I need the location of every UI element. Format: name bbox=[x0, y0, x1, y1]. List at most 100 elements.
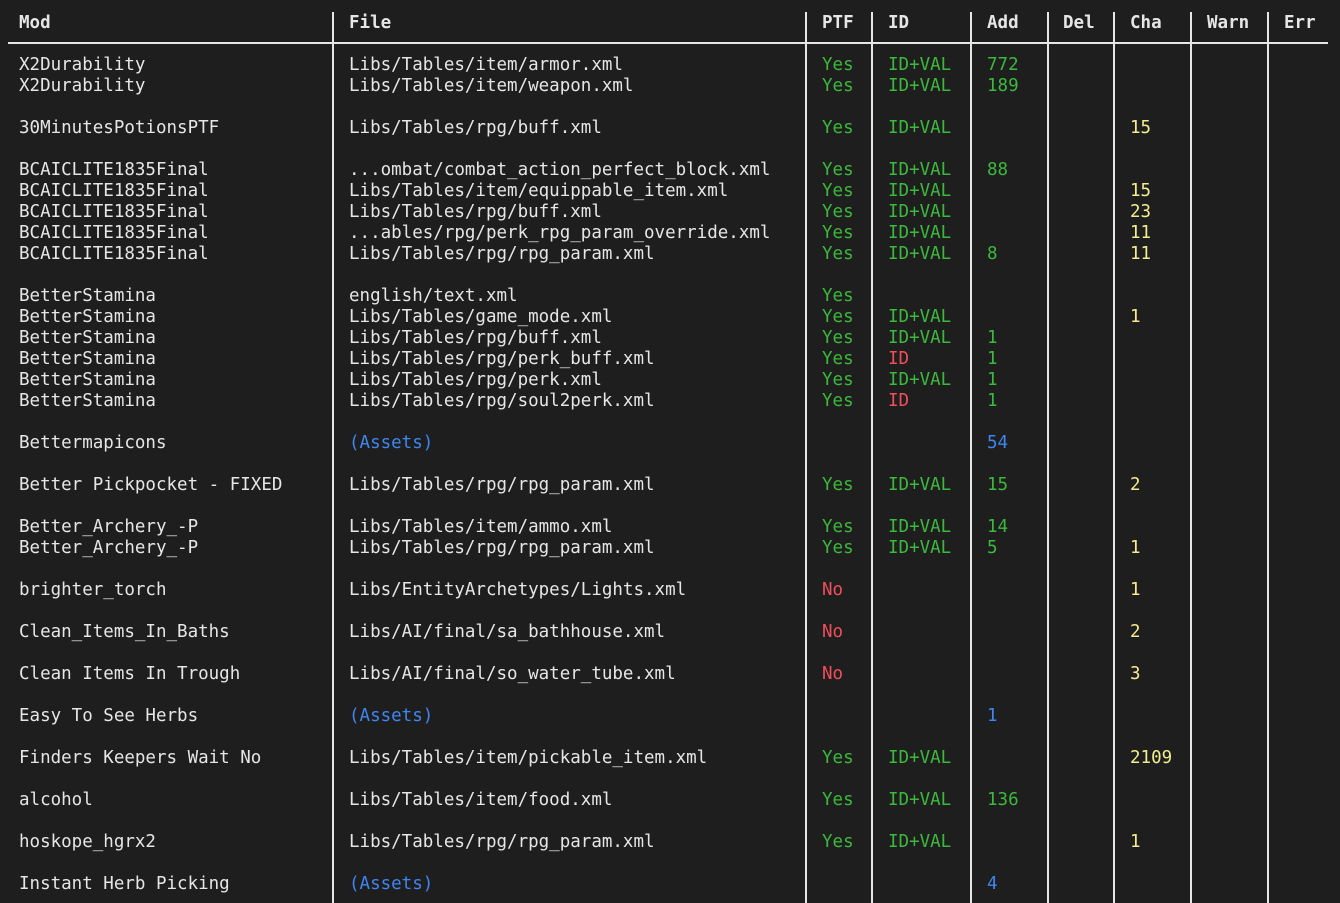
cell-ptf: No bbox=[822, 664, 844, 684]
cell-ptf: Yes bbox=[822, 181, 854, 201]
cell-id: ID+VAL bbox=[888, 538, 952, 558]
cell-add: 8 bbox=[987, 244, 998, 264]
header-add: Add bbox=[987, 13, 1019, 33]
column-divider bbox=[970, 12, 972, 903]
cell-ptf: Yes bbox=[822, 832, 854, 852]
cell-add: 1 bbox=[987, 349, 998, 369]
cell-cha: 11 bbox=[1130, 244, 1152, 264]
cell-ptf: Yes bbox=[822, 202, 854, 222]
cell-file: Libs/AI/final/sa_bathhouse.xml bbox=[349, 622, 666, 642]
cell-file: ...ombat/combat_action_perfect_block.xml bbox=[349, 160, 771, 180]
cell-mod: BetterStamina bbox=[19, 307, 156, 327]
column-divider bbox=[332, 12, 334, 903]
cell-ptf: Yes bbox=[822, 223, 854, 243]
cell-ptf: Yes bbox=[822, 55, 854, 75]
cell-mod: Better Pickpocket - FIXED bbox=[19, 475, 283, 495]
cell-ptf: Yes bbox=[822, 328, 854, 348]
cell-mod: Better_Archery_-P bbox=[19, 538, 199, 558]
cell-id: ID bbox=[888, 391, 910, 411]
table-row: BCAICLITE1835Final ...ables/rpg/perk_rpg_… bbox=[0, 223, 1340, 244]
header-id: ID bbox=[888, 13, 910, 33]
cell-id: ID+VAL bbox=[888, 328, 952, 348]
cell-id: ID+VAL bbox=[888, 181, 952, 201]
table-row: BetterStamina Libs/Tables/rpg/soul2perk.x… bbox=[0, 391, 1340, 412]
table-row: BetterStamina Libs/Tables/game_mode.xml Ye… bbox=[0, 307, 1340, 328]
cell-file: english/text.xml bbox=[349, 286, 518, 306]
cell-ptf: Yes bbox=[822, 475, 854, 495]
cell-add: 4 bbox=[987, 874, 998, 894]
cell-cha: 1 bbox=[1130, 538, 1141, 558]
cell-file: ...ables/rpg/perk_rpg_param_override.xml bbox=[349, 223, 771, 243]
cell-ptf: Yes bbox=[822, 160, 854, 180]
cell-id: ID+VAL bbox=[888, 118, 952, 138]
table-row: BetterStamina Libs/Tables/rpg/buff.xml Yes… bbox=[0, 328, 1340, 349]
column-divider bbox=[1190, 12, 1192, 903]
cell-mod: BetterStamina bbox=[19, 349, 156, 369]
cell-add: 189 bbox=[987, 76, 1019, 96]
cell-mod: Easy To See Herbs bbox=[19, 706, 199, 726]
table-row: BCAICLITE1835Final Libs/Tables/rpg/rpg_pa… bbox=[0, 244, 1340, 265]
table-row: Finders Keepers Wait No Libs/Tables/item/… bbox=[0, 748, 1340, 769]
table-row: Clean_Items_In_Baths Libs/AI/final/sa_bat… bbox=[0, 622, 1340, 643]
cell-id: ID+VAL bbox=[888, 223, 952, 243]
cell-add: 1 bbox=[987, 328, 998, 348]
cell-mod: Finders Keepers Wait No bbox=[19, 748, 262, 768]
cell-cha: 15 bbox=[1130, 118, 1152, 138]
cell-mod: brighter_torch bbox=[19, 580, 167, 600]
cell-mod: Clean_Items_In_Baths bbox=[19, 622, 230, 642]
cell-file: Libs/Tables/rpg/soul2perk.xml bbox=[349, 391, 655, 411]
header-divider bbox=[8, 42, 1328, 44]
cell-mod: Clean Items In Trough bbox=[19, 664, 241, 684]
cell-cha: 1 bbox=[1130, 307, 1141, 327]
cell-mod: BCAICLITE1835Final bbox=[19, 160, 209, 180]
table-row: X2Durability Libs/Tables/item/weapon.xml Y… bbox=[0, 76, 1340, 97]
cell-file: Libs/Tables/rpg/perk.xml bbox=[349, 370, 602, 390]
cell-add: 5 bbox=[987, 538, 998, 558]
cell-mod: Better_Archery_-P bbox=[19, 517, 199, 537]
cell-add: 1 bbox=[987, 706, 998, 726]
table-row: alcohol Libs/Tables/item/food.xml Yes ID+VA… bbox=[0, 790, 1340, 811]
cell-mod: hoskope_hgrx2 bbox=[19, 832, 156, 852]
cell-mod: 30MinutesPotionsPTF bbox=[19, 118, 220, 138]
cell-cha: 23 bbox=[1130, 202, 1152, 222]
column-divider bbox=[871, 12, 873, 903]
cell-file: Libs/Tables/rpg/buff.xml bbox=[349, 202, 602, 222]
header-file: File bbox=[349, 13, 392, 33]
header-ptf: PTF bbox=[822, 13, 854, 33]
cell-add: 1 bbox=[987, 391, 998, 411]
cell-ptf: Yes bbox=[822, 118, 854, 138]
cell-ptf: Yes bbox=[822, 370, 854, 390]
cell-file: Libs/Tables/item/armor.xml bbox=[349, 55, 623, 75]
cell-id: ID+VAL bbox=[888, 748, 952, 768]
cell-add: 15 bbox=[987, 475, 1009, 495]
cell-file: (Assets) bbox=[349, 433, 434, 453]
cell-ptf: Yes bbox=[822, 748, 854, 768]
cell-add: 772 bbox=[987, 55, 1019, 75]
cell-file: Libs/AI/final/so_water_tube.xml bbox=[349, 664, 676, 684]
cell-ptf: Yes bbox=[822, 538, 854, 558]
column-divider bbox=[1113, 12, 1115, 903]
cell-mod: X2Durability bbox=[19, 55, 146, 75]
cell-add: 54 bbox=[987, 433, 1009, 453]
table-row: BetterStamina Libs/Tables/rpg/perk_buff.x… bbox=[0, 349, 1340, 370]
cell-mod: Instant Herb Picking bbox=[19, 874, 230, 894]
table-row: BCAICLITE1835Final ...ombat/combat_action… bbox=[0, 160, 1340, 181]
cell-ptf: Yes bbox=[822, 517, 854, 537]
cell-file: Libs/Tables/item/equippable_item.xml bbox=[349, 181, 729, 201]
cell-id: ID+VAL bbox=[888, 370, 952, 390]
table-row: Bettermapicons (Assets) 54 bbox=[0, 433, 1340, 454]
table-row: X2Durability Libs/Tables/item/armor.xml Ye… bbox=[0, 55, 1340, 76]
cell-ptf: Yes bbox=[822, 244, 854, 264]
cell-ptf: Yes bbox=[822, 349, 854, 369]
cell-ptf: Yes bbox=[822, 286, 854, 306]
cell-file: Libs/Tables/rpg/rpg_param.xml bbox=[349, 244, 655, 264]
terminal-window: Mod File PTF ID Add Del Cha Warn Err X2D… bbox=[0, 0, 1340, 903]
table-row: Better_Archery_-P Libs/Tables/item/ammo.x… bbox=[0, 517, 1340, 538]
cell-file: Libs/Tables/item/pickable_item.xml bbox=[349, 748, 708, 768]
cell-file: Libs/Tables/game_mode.xml bbox=[349, 307, 613, 327]
cell-id: ID+VAL bbox=[888, 517, 952, 537]
cell-ptf: Yes bbox=[822, 307, 854, 327]
cell-cha: 11 bbox=[1130, 223, 1152, 243]
cell-cha: 2109 bbox=[1130, 748, 1173, 768]
cell-file: Libs/Tables/rpg/rpg_param.xml bbox=[349, 475, 655, 495]
